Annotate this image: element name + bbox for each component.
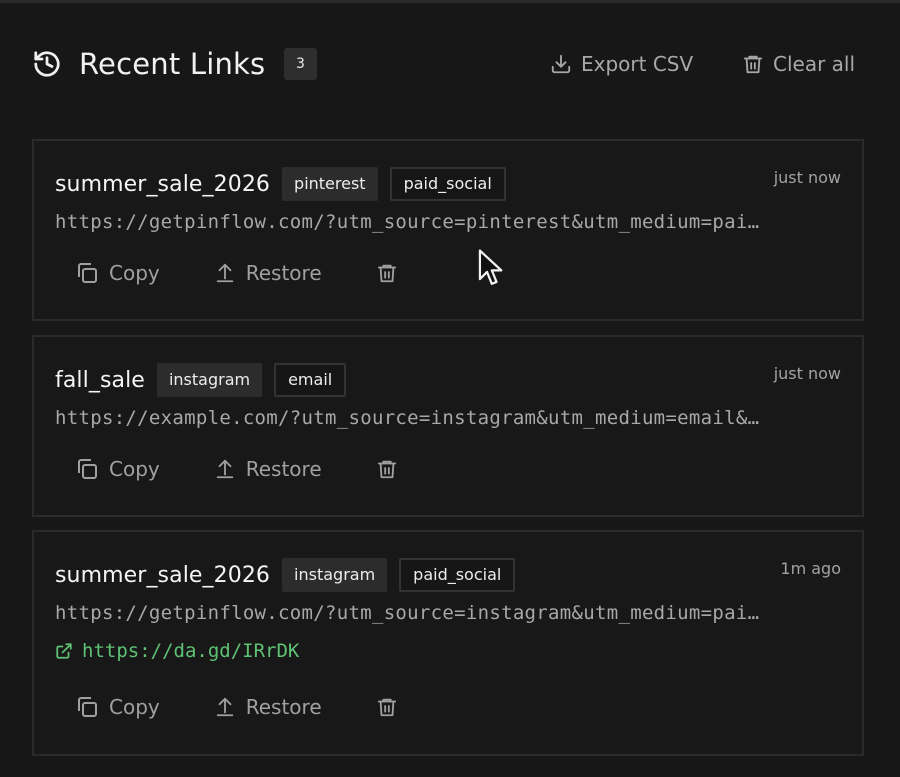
link-card: summer_sale_2026 instagram paid_social 1… <box>32 530 864 756</box>
history-icon <box>34 51 60 77</box>
clear-all-label: Clear all <box>773 52 856 76</box>
tracking-url: https://example.com/?utm_source=instagra… <box>55 407 760 429</box>
restore-button[interactable]: Restore <box>214 695 322 719</box>
short-link[interactable]: https://da.gd/IRrDK <box>55 640 299 662</box>
campaign-name: fall_sale <box>55 367 145 393</box>
timestamp: just now <box>773 364 841 383</box>
medium-tag: paid_social <box>399 558 516 592</box>
restore-button[interactable]: Restore <box>214 261 322 285</box>
tracking-url: https://getpinflow.com/?utm_source=insta… <box>55 602 760 624</box>
restore-button[interactable]: Restore <box>214 457 322 481</box>
delete-button[interactable] <box>376 261 408 285</box>
card-actions: Copy Restore <box>75 257 408 289</box>
copy-button[interactable]: Copy <box>75 695 160 719</box>
count-badge: 3 <box>284 48 317 80</box>
tracking-url: https://getpinflow.com/?utm_source=pinte… <box>55 211 760 233</box>
delete-button[interactable] <box>376 457 408 481</box>
link-card: fall_sale instagram email just now https… <box>32 335 864 517</box>
trash-icon <box>377 698 396 717</box>
export-csv-label: Export CSV <box>581 52 694 76</box>
restore-label: Restore <box>245 261 322 285</box>
clear-all-button[interactable]: Clear all <box>742 49 855 79</box>
link-card: summer_sale_2026 pinterest paid_social j… <box>32 139 864 321</box>
source-tag: pinterest <box>282 167 378 201</box>
copy-label: Copy <box>109 457 160 481</box>
header: Recent Links 3 Export CSV Clear all <box>32 45 862 85</box>
copy-label: Copy <box>109 695 160 719</box>
card-header: summer_sale_2026 instagram paid_social <box>55 556 527 594</box>
page-title: Recent Links <box>79 47 266 81</box>
card-header: fall_sale instagram email <box>55 361 358 399</box>
copy-button[interactable]: Copy <box>75 457 160 481</box>
source-tag: instagram <box>282 558 388 592</box>
copy-icon <box>78 697 97 717</box>
upload-icon <box>216 263 233 283</box>
copy-label: Copy <box>109 261 160 285</box>
copy-button[interactable]: Copy <box>75 261 160 285</box>
medium-tag: paid_social <box>389 167 506 201</box>
copy-icon <box>78 459 97 479</box>
timestamp: just now <box>773 168 841 187</box>
trash-icon <box>377 460 396 479</box>
download-icon <box>551 54 571 74</box>
source-tag: instagram <box>156 363 263 397</box>
card-actions: Copy Restore <box>75 691 408 723</box>
trash-icon <box>377 264 396 283</box>
restore-label: Restore <box>245 695 322 719</box>
external-link-icon <box>56 643 72 659</box>
timestamp: 1m ago <box>780 559 841 578</box>
card-actions: Copy Restore <box>75 453 408 485</box>
delete-button[interactable] <box>376 695 408 719</box>
card-header: summer_sale_2026 pinterest paid_social <box>55 165 518 203</box>
upload-icon <box>216 459 233 479</box>
short-link-text: https://da.gd/IRrDK <box>82 640 300 662</box>
upload-icon <box>216 697 233 717</box>
export-csv-button[interactable]: Export CSV <box>550 49 693 79</box>
trash-icon <box>743 55 763 74</box>
recent-links-panel: Recent Links 3 Export CSV Clear all summ… <box>0 0 900 777</box>
mouse-cursor-icon <box>478 249 503 285</box>
campaign-name: summer_sale_2026 <box>55 171 271 197</box>
medium-tag: email <box>274 363 347 397</box>
campaign-name: summer_sale_2026 <box>55 562 271 588</box>
restore-label: Restore <box>245 457 322 481</box>
copy-icon <box>78 263 97 283</box>
